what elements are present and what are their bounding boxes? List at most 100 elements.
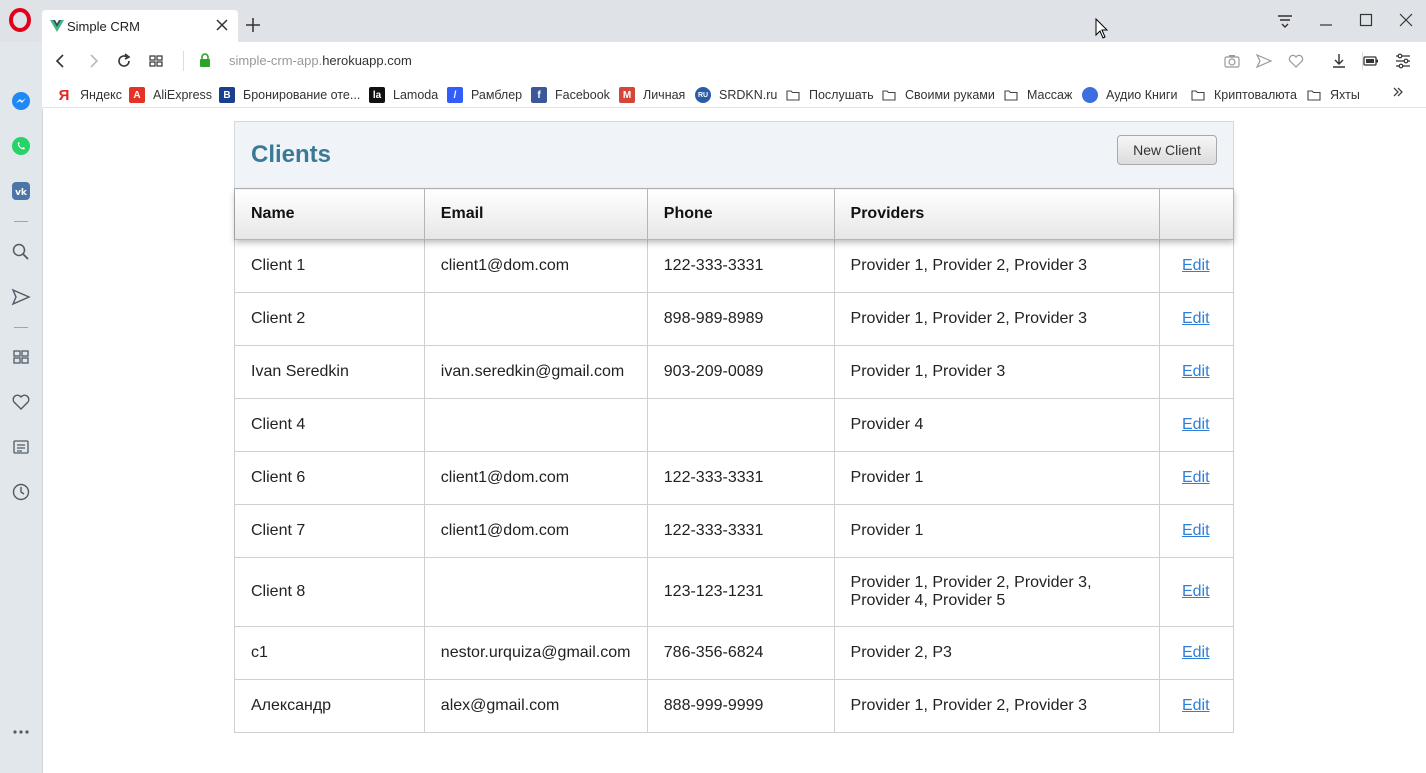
minimize-button[interactable]: [1306, 0, 1346, 42]
cell-actions: Edit: [1158, 557, 1235, 627]
edit-link[interactable]: Edit: [1182, 644, 1210, 661]
edit-link[interactable]: Edit: [1182, 469, 1210, 486]
edit-link[interactable]: Edit: [1182, 583, 1210, 600]
snapshot-icon[interactable]: [1223, 52, 1241, 70]
cell-name: c1: [234, 626, 425, 680]
bookmark-label: Яхты: [1330, 88, 1360, 102]
table-row: Александр alex@gmail.com 888-999-9999 Provi…: [234, 679, 1235, 733]
bookmark-item[interactable]: M Личная: [619, 86, 685, 104]
cell-phone: 122-333-3331: [646, 451, 835, 505]
url-field[interactable]: simple-crm-app.herokuapp.com: [229, 53, 412, 68]
cell-phone: 122-333-3331: [646, 239, 835, 293]
bookmark-item[interactable]: Криптовалюта: [1190, 86, 1297, 104]
bookmark-label: Lamoda: [393, 88, 439, 102]
cell-actions: Edit: [1158, 626, 1235, 680]
tab-title: Simple CRM: [67, 19, 140, 34]
cell-email: alex@gmail.com: [423, 679, 648, 733]
cell-email: client1@dom.com: [423, 451, 648, 505]
bookmark-item[interactable]: B Бронирование оте...: [219, 86, 360, 104]
speed-dial-grid-icon[interactable]: [11, 347, 31, 367]
table-row: c1 nestor.urquiza@gmail.com 786-356-6824 Pr…: [234, 626, 1235, 680]
table-row: Client 4 Provider 4 Edit: [234, 398, 1235, 452]
bookmark-item[interactable]: Своими руками: [881, 86, 995, 104]
bookmark-item[interactable]: A AliExpress: [129, 86, 212, 104]
bookmark-item[interactable]: la Lamoda: [369, 86, 438, 104]
column-header-providers: Providers: [833, 188, 1160, 240]
whatsapp-icon[interactable]: [11, 136, 31, 156]
audiobooks-icon: [1082, 87, 1098, 103]
download-icon[interactable]: [1330, 52, 1348, 70]
back-icon[interactable]: [52, 52, 70, 70]
search-icon[interactable]: [11, 242, 31, 262]
battery-saver-icon[interactable]: [1362, 52, 1380, 70]
more-dots-icon[interactable]: [11, 722, 31, 742]
cell-name: Client 2: [234, 292, 425, 346]
forward-icon[interactable]: [84, 52, 102, 70]
table-row: Client 6 client1@dom.com 122-333-3331 Provi…: [234, 451, 1235, 505]
edit-link[interactable]: Edit: [1182, 522, 1210, 539]
close-window-button[interactable]: [1386, 0, 1426, 42]
bookmarks-overflow-icon[interactable]: [1392, 85, 1404, 101]
cell-actions: Edit: [1158, 292, 1235, 346]
cell-providers: Provider 1, Provider 2, Provider 3: [833, 679, 1160, 733]
yandex-icon: Я: [58, 86, 70, 104]
cell-phone: 123-123-1231: [646, 557, 835, 627]
bookmark-item[interactable]: / Рамблер: [447, 86, 522, 104]
reload-icon[interactable]: [115, 52, 133, 70]
easy-setup-icon[interactable]: [1394, 52, 1412, 70]
tab-close-icon[interactable]: [214, 17, 230, 33]
rambler-icon: /: [447, 87, 463, 103]
cell-providers: Provider 1: [833, 451, 1160, 505]
close-icon: [1399, 13, 1413, 27]
edit-link[interactable]: Edit: [1182, 310, 1210, 327]
bookmark-label: AliExpress: [153, 88, 213, 102]
edit-link[interactable]: Edit: [1182, 697, 1210, 714]
bookmark-item[interactable]: Яхты: [1306, 86, 1360, 104]
opera-logo-icon[interactable]: [8, 8, 32, 32]
bookmark-item[interactable]: Я Яндекс: [56, 86, 122, 104]
flow-send-icon[interactable]: [11, 287, 31, 307]
bookmark-label: Массаж: [1027, 88, 1073, 102]
bookmark-item[interactable]: Массаж: [1003, 86, 1072, 104]
column-header-actions: [1158, 188, 1235, 240]
cell-actions: Edit: [1158, 239, 1235, 293]
maximize-button[interactable]: [1346, 0, 1386, 42]
bookmark-item[interactable]: Аудио Книги: [1082, 86, 1177, 104]
new-client-button[interactable]: New Client: [1117, 135, 1217, 165]
heart-bookmark-icon[interactable]: [1287, 52, 1305, 70]
cell-phone: 786-356-6824: [646, 626, 835, 680]
table-row: Client 2 898-989-8989 Provider 1, Provider…: [234, 292, 1235, 346]
speed-dial-icon[interactable]: [147, 52, 165, 70]
column-header-name: Name: [234, 188, 425, 240]
table-header-row: Name Email Phone Providers: [234, 188, 1235, 240]
bookmark-item[interactable]: RU SRDKN.ru: [695, 86, 777, 104]
folder-icon: [1190, 87, 1206, 103]
history-clock-icon[interactable]: [11, 482, 31, 502]
tab-simple-crm[interactable]: Simple CRM: [42, 10, 238, 42]
edit-link[interactable]: Edit: [1182, 257, 1210, 274]
tab-menu-icon[interactable]: [1276, 13, 1294, 29]
column-header-email: Email: [423, 188, 648, 240]
secure-lock-icon[interactable]: [199, 53, 211, 67]
bookmark-label: Аудио Книги: [1106, 88, 1178, 102]
page-viewport: Clients New Client Name Email Phone Prov…: [42, 109, 1426, 773]
folder-icon: [1306, 87, 1322, 103]
messenger-icon[interactable]: [11, 91, 31, 111]
mouse-cursor-icon: [1095, 18, 1109, 39]
bookmark-label: Своими руками: [905, 88, 995, 102]
new-tab-icon[interactable]: [244, 16, 262, 34]
srdkn-icon: RU: [695, 87, 711, 103]
bookmark-label: Личная: [643, 88, 686, 102]
send-icon[interactable]: [1255, 52, 1273, 70]
cell-name: Client 4: [234, 398, 425, 452]
news-icon[interactable]: [11, 437, 31, 457]
vk-icon[interactable]: vk: [11, 181, 31, 201]
bookmarks-heart-icon[interactable]: [11, 392, 31, 412]
bookmark-label: Facebook: [555, 88, 610, 102]
edit-link[interactable]: Edit: [1182, 416, 1210, 433]
bookmark-item[interactable]: f Facebook: [531, 86, 610, 104]
cell-phone: [646, 398, 835, 452]
bookmark-item[interactable]: Послушать: [785, 86, 874, 104]
maximize-icon: [1359, 13, 1373, 27]
edit-link[interactable]: Edit: [1182, 363, 1210, 380]
